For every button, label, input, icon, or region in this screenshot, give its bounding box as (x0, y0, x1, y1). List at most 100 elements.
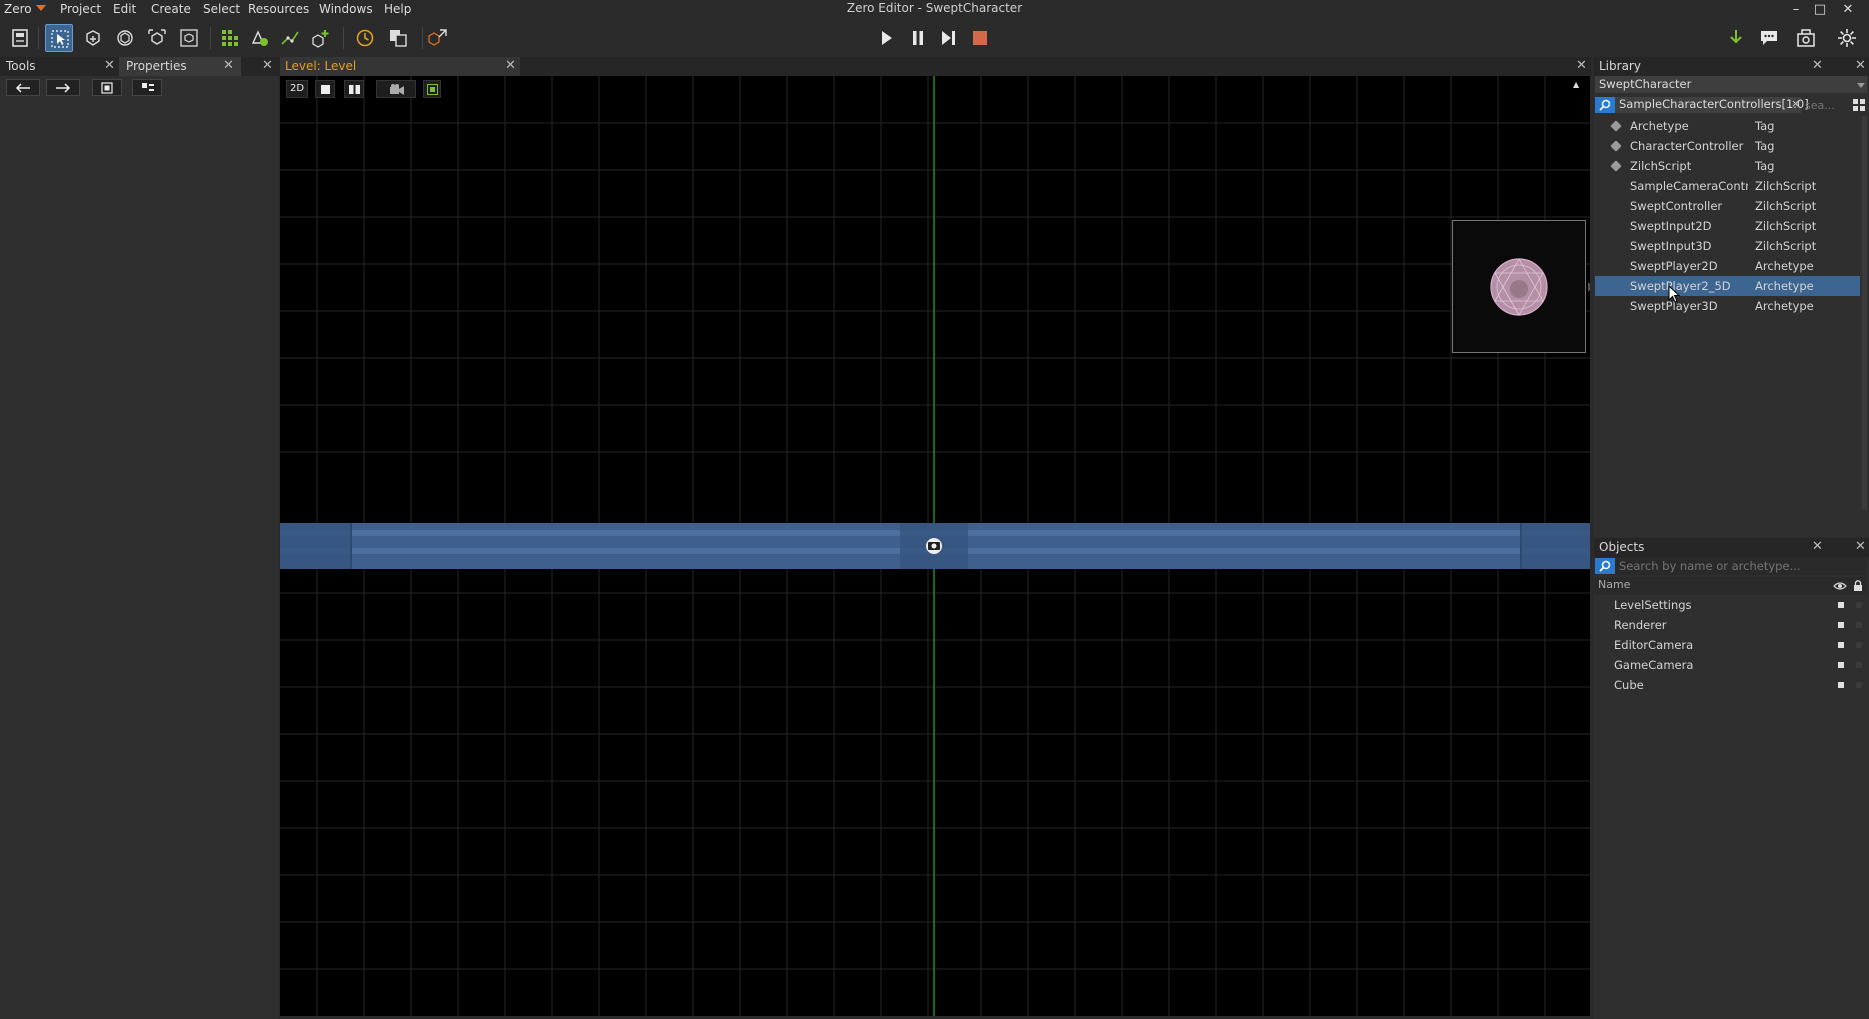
export-icon[interactable] (424, 24, 452, 52)
library-search-input[interactable] (1803, 97, 1847, 113)
menu-edit[interactable]: Edit (113, 2, 136, 16)
app-menu-dropdown-icon[interactable] (36, 5, 46, 11)
project-select[interactable]: SweptCharacter (1595, 76, 1867, 93)
collapse-toolbar-icon[interactable]: ▲ (1573, 80, 1579, 89)
remove-filter-icon[interactable]: × (1791, 97, 1800, 110)
menu-windows[interactable]: Windows (319, 2, 373, 16)
preview-pointer-icon (1588, 282, 1590, 292)
download-icon[interactable] (1722, 24, 1750, 52)
menu-create[interactable]: Create (151, 2, 191, 16)
package-icon[interactable] (1792, 24, 1820, 52)
hierarchy-button[interactable] (132, 79, 162, 96)
close-tools-icon[interactable]: ✕ (104, 57, 115, 75)
visibility-toggle[interactable] (1838, 622, 1844, 628)
object-row[interactable]: GameCamera (1595, 655, 1869, 675)
tab-level[interactable]: Level: Level (285, 57, 356, 75)
library-item[interactable]: SweptController ZilchScript (1595, 196, 1860, 216)
app-logo[interactable]: Zero (4, 2, 32, 16)
lock-toggle[interactable] (1856, 682, 1862, 688)
library-item-selected[interactable]: SweptPlayer2_5D Archetype (1595, 276, 1860, 296)
visibility-toggle[interactable] (1838, 662, 1844, 668)
library-item[interactable]: SweptInput2D ZilchScript (1595, 216, 1860, 236)
mode-2d-button[interactable]: 2D (286, 80, 308, 98)
lock-icon[interactable] (1853, 579, 1863, 592)
chevron-down-icon (1857, 83, 1865, 88)
single-view-button[interactable] (315, 80, 335, 98)
translate-tool-icon[interactable] (79, 24, 107, 52)
play-icon[interactable] (872, 24, 900, 52)
copy-icon[interactable] (384, 24, 412, 52)
close-level-panel-icon[interactable]: ✕ (1576, 57, 1587, 75)
close-level-tab-icon[interactable]: ✕ (505, 57, 516, 75)
objects-search-input[interactable] (1617, 558, 1865, 574)
level-viewport[interactable]: 2D ▲ (280, 76, 1590, 1016)
menu-select[interactable]: Select (203, 2, 240, 16)
toolbar-separator (38, 27, 39, 49)
lock-toggle[interactable] (1856, 662, 1862, 668)
filter-tag-label: SampleCharacterControllers[1.0] (1619, 97, 1809, 111)
close-objects-panel-icon[interactable]: ✕ (1855, 538, 1866, 556)
create-object-icon[interactable] (306, 24, 334, 52)
back-button[interactable] (6, 79, 40, 96)
select-tool-icon[interactable] (45, 24, 73, 52)
close-library-icon[interactable]: ✕ (1812, 57, 1823, 75)
library-item[interactable]: SampleCameraControl ZilchScript (1595, 176, 1860, 196)
library-scrollbar[interactable] (1862, 116, 1867, 510)
menu-help[interactable]: Help (384, 2, 411, 16)
visibility-toggle[interactable] (1838, 682, 1844, 688)
maximize-button[interactable]: □ (1808, 0, 1832, 19)
manipulator-tool-icon[interactable] (175, 24, 203, 52)
close-window-button[interactable]: ✕ (1836, 0, 1860, 19)
library-item[interactable]: SweptPlayer2D Archetype (1595, 256, 1860, 276)
lock-toggle[interactable] (1856, 642, 1862, 648)
eye-icon[interactable] (1833, 581, 1847, 591)
forward-button[interactable] (46, 79, 80, 96)
object-row[interactable]: LevelSettings (1595, 595, 1869, 615)
close-properties-icon[interactable]: ✕ (223, 57, 234, 75)
library-item[interactable]: CharacterController Tag (1595, 136, 1860, 156)
lock-toggle[interactable] (1856, 602, 1862, 608)
step-icon[interactable] (935, 24, 963, 52)
tab-properties[interactable]: Properties (126, 57, 187, 75)
camera-view-button[interactable] (376, 80, 416, 98)
visibility-toggle[interactable] (1838, 642, 1844, 648)
minimize-button[interactable]: – (1784, 0, 1808, 19)
frame-selection-button[interactable] (92, 79, 122, 96)
objects-title: Objects (1599, 540, 1645, 554)
close-panel-icon[interactable]: ✕ (262, 57, 273, 75)
library-item[interactable]: Archetype Tag (1595, 116, 1860, 136)
camera-preview (1452, 220, 1586, 353)
column-name[interactable]: Name (1598, 578, 1630, 591)
object-row[interactable]: EditorCamera (1595, 635, 1869, 655)
visibility-toggle[interactable] (1838, 602, 1844, 608)
search-icon[interactable] (1595, 97, 1615, 113)
grid-toggle-button[interactable] (423, 80, 441, 98)
lock-toggle[interactable] (1856, 622, 1862, 628)
save-icon[interactable] (6, 24, 34, 52)
chat-icon[interactable] (1755, 24, 1783, 52)
clock-icon[interactable] (351, 24, 379, 52)
library-item[interactable]: SweptInput3D ZilchScript (1595, 236, 1860, 256)
grid-icon[interactable] (216, 24, 244, 52)
library-item[interactable]: SweptPlayer3D Archetype (1595, 296, 1860, 316)
scale-tool-icon[interactable] (143, 24, 171, 52)
view-toggle-icon[interactable] (1853, 99, 1865, 111)
stop-icon[interactable] (966, 24, 994, 52)
pause-icon[interactable] (904, 24, 932, 52)
search-icon[interactable] (1595, 558, 1615, 574)
arrow-right-icon (56, 83, 71, 93)
settings-icon[interactable] (1833, 24, 1861, 52)
add-resource-icon[interactable] (246, 24, 274, 52)
close-objects-icon[interactable]: ✕ (1812, 538, 1823, 556)
menu-project[interactable]: Project (60, 2, 101, 16)
object-row[interactable]: Renderer (1595, 615, 1869, 635)
path-icon[interactable] (276, 24, 304, 52)
object-row[interactable]: Cube (1595, 675, 1869, 695)
tab-tools[interactable]: Tools (6, 57, 36, 75)
menu-resources[interactable]: Resources (248, 2, 309, 16)
close-library-panel-icon[interactable]: ✕ (1855, 57, 1866, 75)
rotate-tool-icon[interactable] (111, 24, 139, 52)
split-view-button[interactable] (344, 80, 364, 98)
library-filter-tag[interactable]: SampleCharacterControllers[1.0] × (1615, 97, 1809, 113)
library-item[interactable]: ZilchScript Tag (1595, 156, 1860, 176)
